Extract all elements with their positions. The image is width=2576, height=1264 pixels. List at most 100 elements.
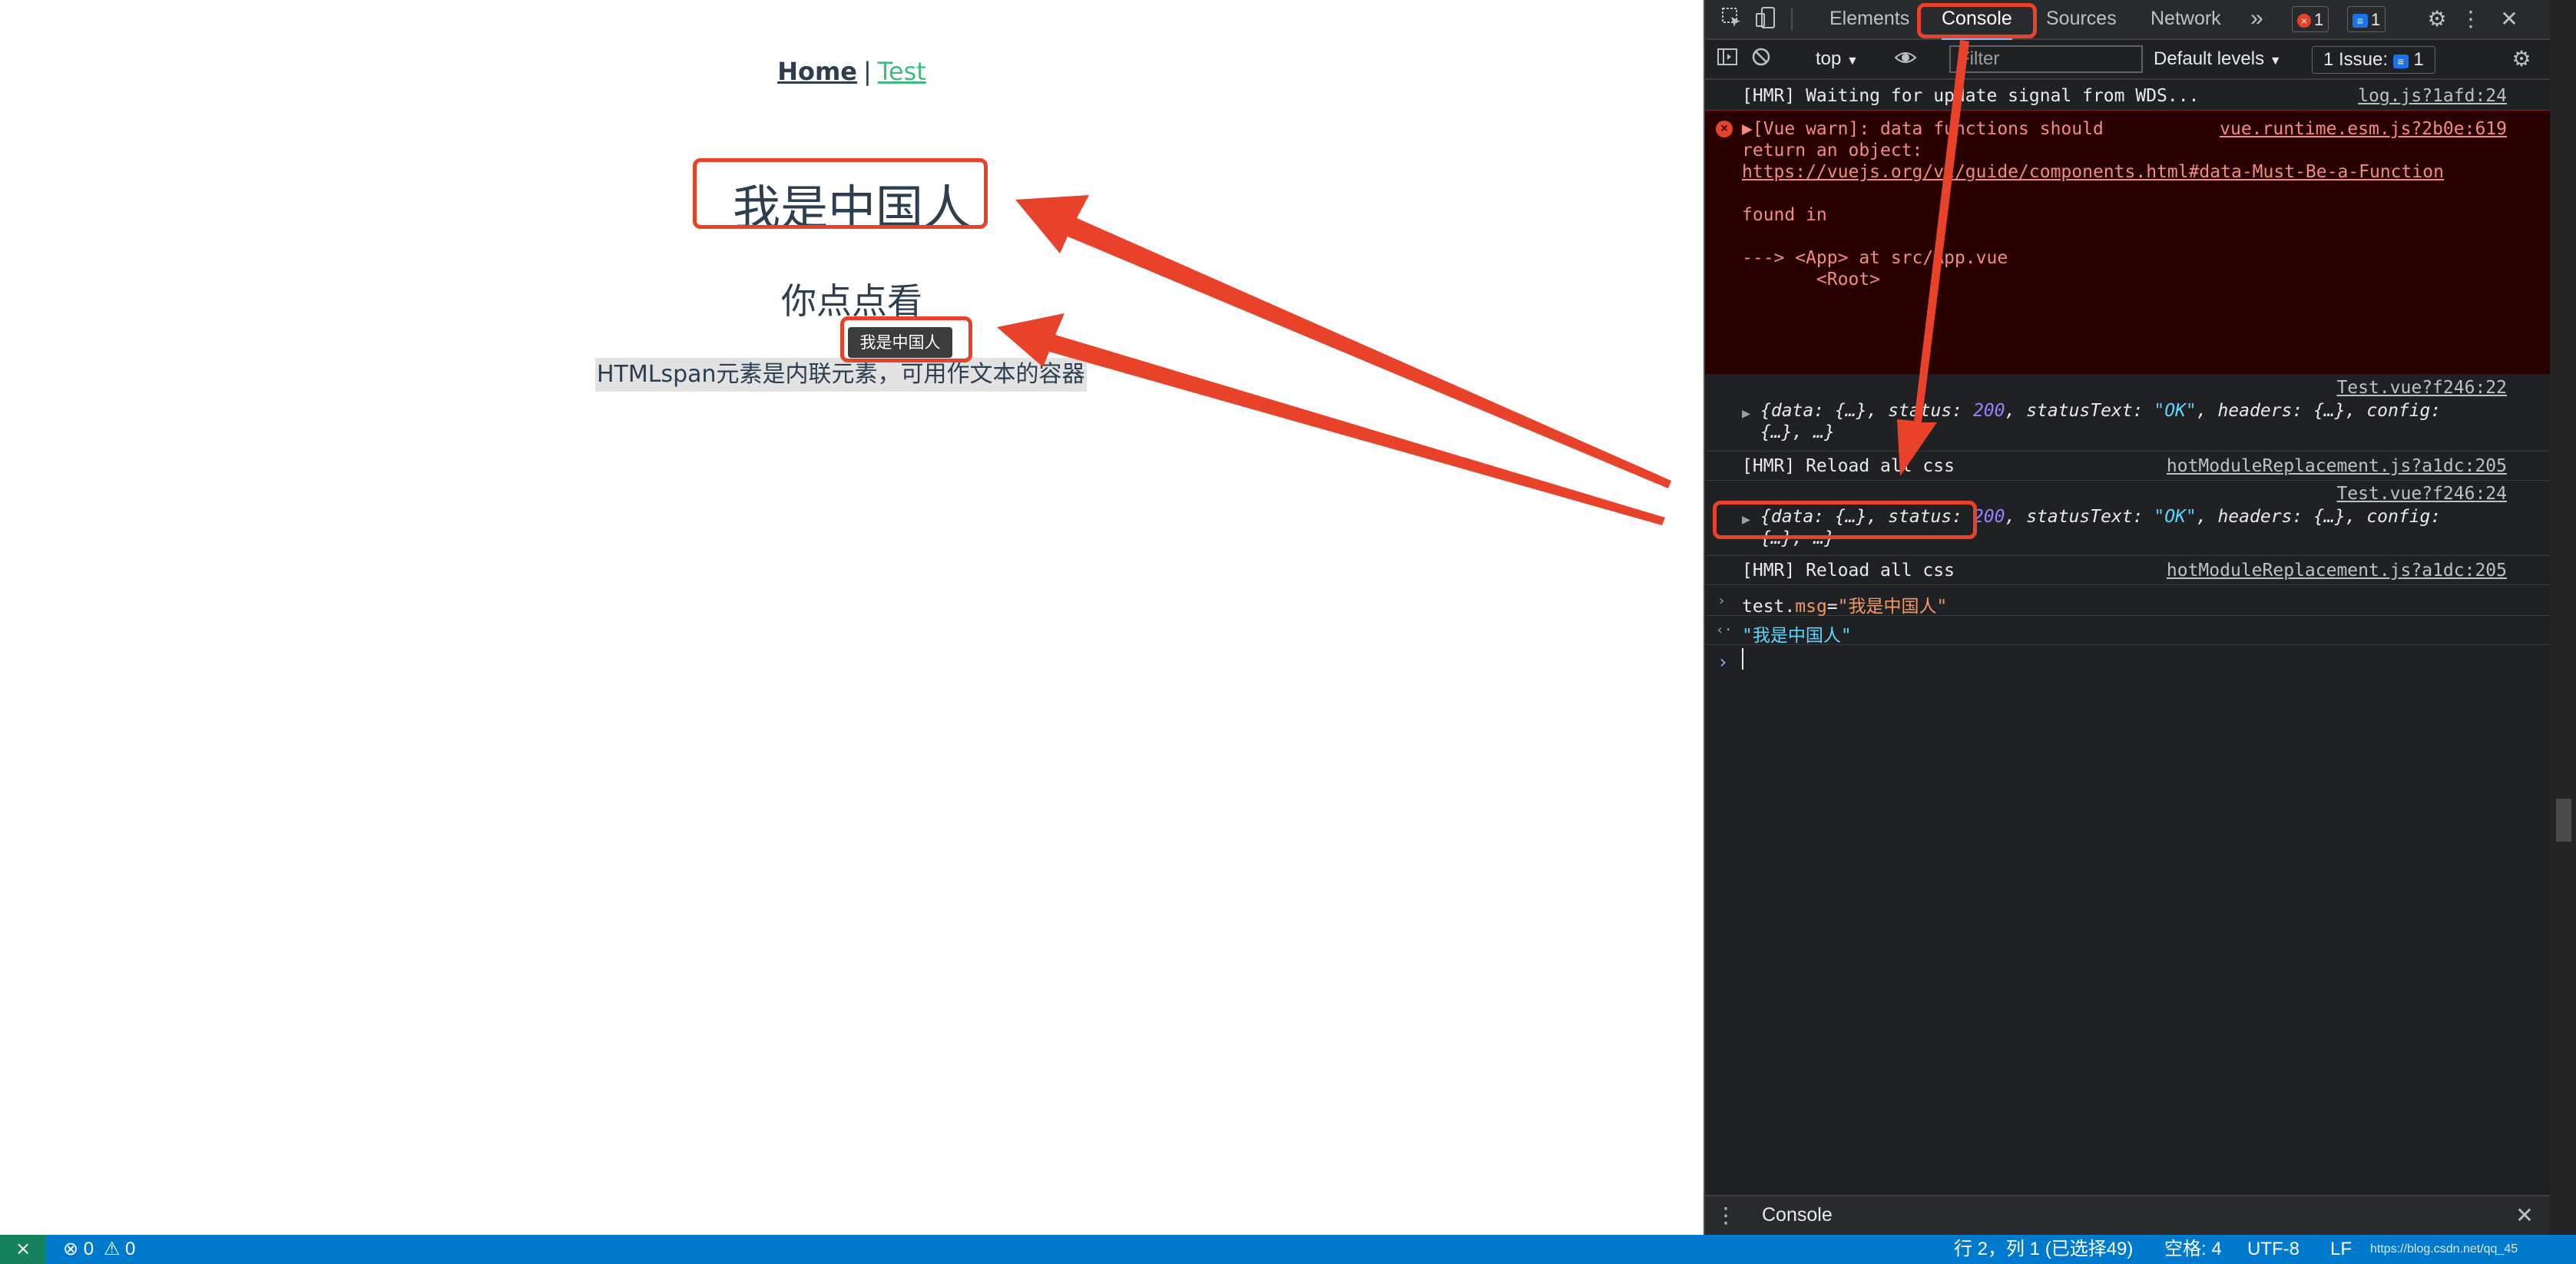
- highlight-msg-heading: [693, 158, 988, 229]
- more-options-icon[interactable]: ⋮: [2458, 6, 2484, 32]
- error-circle-icon: ⊗: [63, 1239, 79, 1259]
- cmd-property: msg: [1795, 597, 1827, 617]
- message-count-badge[interactable]: ≡ 1: [2347, 6, 2386, 32]
- console-output: [HMR] Waiting for update signal from WDS…: [1705, 80, 2550, 1193]
- console-source-link[interactable]: Test.vue?f246:24: [2336, 484, 2507, 504]
- console-settings-gear-icon[interactable]: ⚙: [2508, 46, 2535, 72]
- chevron-down-icon: ▼: [1846, 55, 1859, 68]
- devtools-drawer: ⋮ Console ✕: [1705, 1195, 2550, 1237]
- more-tabs-icon[interactable]: »: [2250, 0, 2263, 38]
- filter-input[interactable]: [1949, 45, 2143, 73]
- console-source-link[interactable]: log.js?1afd:24: [2358, 86, 2507, 106]
- docs-link[interactable]: https://vuejs.org/v2/guide/components.ht…: [1742, 162, 2444, 182]
- remote-indicator-icon[interactable]: ⨯: [0, 1235, 46, 1264]
- text-cursor: [1742, 648, 1743, 670]
- highlight-console-command: [1713, 501, 1977, 539]
- watermark: https://blog.csdn.net/qq_45: [2370, 1242, 2518, 1256]
- message-icon: ≡: [2353, 14, 2368, 28]
- tab-elements[interactable]: Elements: [1829, 0, 1909, 38]
- context-select[interactable]: top ▼: [1816, 40, 1859, 78]
- console-message: <Root>: [1742, 270, 1881, 290]
- nav-separator: |: [863, 57, 872, 86]
- console-source-link[interactable]: Test.vue?f246:22: [2336, 378, 2507, 398]
- console-source-link[interactable]: hotModuleReplacement.js?a1dc:205: [2167, 561, 2507, 581]
- inspect-element-icon[interactable]: [1719, 6, 1745, 32]
- line-ending[interactable]: LF: [2330, 1235, 2352, 1264]
- devtools-panel: Elements Console Sources Network » × 1 ≡ 1…: [1704, 0, 2576, 1237]
- context-label: top: [1816, 48, 1842, 69]
- cmd-object: test.: [1742, 597, 1796, 617]
- problems-indicator[interactable]: ⊗ 0 ⚠ 0: [63, 1235, 135, 1264]
- console-source-link[interactable]: vue.runtime.esm.js?2b0e:619: [2220, 119, 2507, 139]
- encoding[interactable]: UTF-8: [2247, 1235, 2300, 1264]
- nav-link-test[interactable]: Test: [878, 57, 926, 86]
- tab-sources[interactable]: Sources: [2046, 0, 2117, 38]
- error-count: 0: [83, 1239, 94, 1259]
- console-row-log-22: Test.vue?f246:22 ▶ {data: {…}, status: 2…: [1705, 375, 2550, 452]
- status-value: 200: [1972, 507, 2005, 527]
- warning-triangle-icon: ⚠: [103, 1239, 121, 1259]
- indentation[interactable]: 空格: 4: [2164, 1235, 2222, 1264]
- result-arrow-icon: ‹·: [1716, 622, 1733, 638]
- settings-gear-icon[interactable]: ⚙: [2424, 6, 2450, 32]
- console-message: return an object:: [1742, 141, 1923, 160]
- drawer-menu-icon[interactable]: ⋮: [1713, 1203, 1739, 1229]
- live-expression-eye-icon[interactable]: [1892, 46, 1919, 72]
- error-count: 1: [2314, 10, 2324, 29]
- close-devtools-icon[interactable]: ✕: [2496, 6, 2522, 32]
- console-object-cont: {…}, …}: [1760, 422, 1835, 442]
- obj-part: , headers: {…}, config:: [2196, 507, 2442, 527]
- console-prompt[interactable]: ›: [1705, 645, 2550, 676]
- obj-part: {data: {…}, status:: [1760, 401, 1973, 421]
- console-command: test.msg="我是中国人": [1742, 591, 1947, 617]
- result-string: "我是中国人": [1742, 626, 1852, 646]
- span-text: HTMLspan元素是内联元素，可用作文本的容器: [595, 358, 1087, 392]
- console-toolbar: top ▼ Default levels ▼ 1 Issue: ≡ 1 ⚙: [1705, 40, 2550, 80]
- tabbar-divider: [1791, 8, 1793, 31]
- obj-part: , statusText:: [2005, 401, 2154, 421]
- issues-label: 1 Issue:: [2323, 49, 2389, 70]
- error-circle-icon: ×: [1716, 121, 1733, 137]
- console-source-link[interactable]: hotModuleReplacement.js?a1dc:205: [2167, 456, 2507, 476]
- highlight-tooltip: [840, 316, 972, 362]
- console-message: [HMR] Reload all css: [1742, 561, 1955, 581]
- console-message: ---> <App> at src/App.vue: [1742, 248, 2008, 268]
- app-nav: Home | Test: [0, 57, 1704, 86]
- warning-count: 0: [125, 1239, 136, 1259]
- scrollbar-thumb[interactable]: [2556, 799, 2571, 842]
- console-row-hmr-waiting: [HMR] Waiting for update signal from WDS…: [1705, 80, 2550, 111]
- cmd-operator: =: [1826, 597, 1838, 617]
- tab-network[interactable]: Network: [2151, 0, 2221, 38]
- error-count-badge[interactable]: × 1: [2292, 6, 2329, 32]
- clear-console-icon[interactable]: [1748, 46, 1774, 72]
- console-row-vue-warn: × ▶[Vue warn]: data functions should vue…: [1705, 111, 2550, 375]
- issues-button[interactable]: 1 Issue: ≡ 1: [2312, 46, 2435, 74]
- console-row-hmr-reload: [HMR] Reload all css hotModuleReplacemen…: [1705, 556, 2550, 585]
- expand-triangle-icon[interactable]: ▶: [1742, 405, 1750, 422]
- console-row-result: ‹· "我是中国人": [1705, 616, 2550, 646]
- cursor-position[interactable]: 行 2，列 1 (已选择49): [1954, 1235, 2133, 1264]
- issues-count: 1: [2413, 49, 2424, 70]
- device-toolbar-icon[interactable]: [1753, 6, 1779, 32]
- page-scrollbar[interactable]: [2550, 0, 2576, 1235]
- issue-icon: ≡: [2392, 55, 2409, 68]
- console-message: [HMR] Reload all css: [1742, 456, 1955, 476]
- prompt-chevron-icon: ›: [1717, 651, 1729, 673]
- drawer-tab-console[interactable]: Console: [1762, 1196, 1833, 1237]
- nav-link-home[interactable]: Home: [777, 57, 857, 86]
- console-message: [HMR] Waiting for update signal from WDS…: [1742, 86, 2200, 106]
- error-icon: ×: [2297, 14, 2311, 28]
- console-message[interactable]: ▶[Vue warn]: data functions should: [1742, 119, 2104, 139]
- highlight-console-tab: [1917, 3, 2037, 38]
- status-value: 200: [1972, 401, 2005, 421]
- status-text-value: "OK": [2154, 507, 2197, 527]
- console-object[interactable]: {data: {…}, status: 200, statusText: "OK…: [1760, 401, 2441, 421]
- obj-part: , statusText:: [2005, 507, 2154, 527]
- close-drawer-icon[interactable]: ✕: [2511, 1203, 2538, 1229]
- status-text-value: "OK": [2154, 401, 2197, 421]
- sidebar-toggle-icon[interactable]: [1714, 46, 1740, 72]
- console-row-input-command: › test.msg="我是中国人": [1705, 585, 2550, 617]
- app-page: Home | Test 我是中国人 你点点看 我是中国人 HTMLspan元素是内联…: [0, 0, 1704, 1235]
- log-levels-select[interactable]: Default levels ▼: [2154, 40, 2282, 78]
- log-levels-label: Default levels: [2154, 48, 2265, 69]
